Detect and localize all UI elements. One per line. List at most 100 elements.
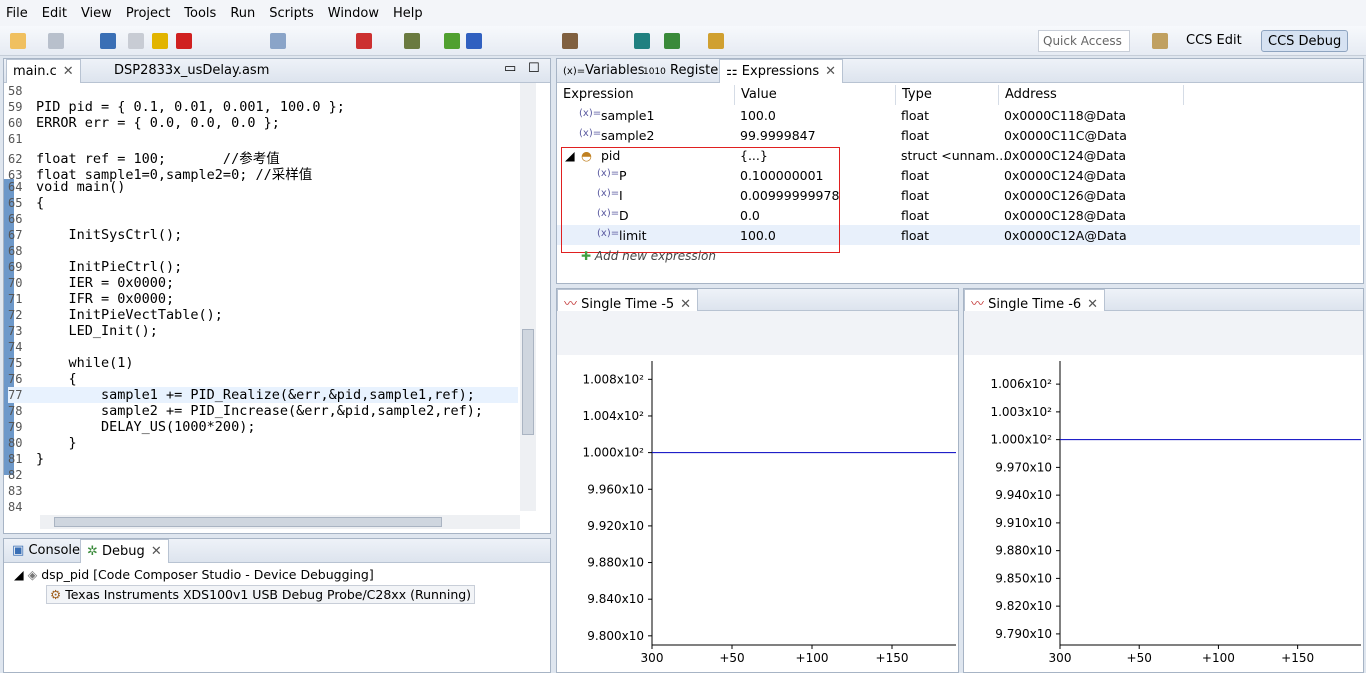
code-text: IFR = 0x0000;: [36, 291, 175, 307]
expression-row[interactable]: (x)= sample1 100.0 float 0x0000C118@Data: [557, 105, 1360, 125]
tab-single-time-5[interactable]: 〰 Single Time -5 ✕: [557, 289, 699, 312]
close-icon[interactable]: ✕: [63, 64, 74, 79]
code-line[interactable]: 64 void main(): [8, 179, 518, 195]
minimize-icon[interactable]: ▭: [500, 59, 520, 83]
col-type[interactable]: Type: [896, 85, 999, 105]
code-line[interactable]: 69 InitPieCtrl();: [8, 259, 518, 275]
maximize-icon[interactable]: ☐: [524, 59, 544, 83]
perspective-ccs-debug[interactable]: CCS Debug: [1261, 30, 1349, 52]
chart-single-time-5[interactable]: 1.008x10² 1.004x10² 1.000x10² 9.960x10 9.920…: [557, 355, 958, 673]
toggle-view-icon[interactable]: [270, 33, 286, 49]
close-icon[interactable]: ✕: [1087, 297, 1098, 312]
perspective-ccs-edit[interactable]: CCS Edit: [1180, 30, 1248, 52]
expression-row[interactable]: (x)= sample2 99.9999847 float 0x0000C11C@Dat…: [557, 125, 1360, 145]
restart-icon[interactable]: [444, 33, 460, 49]
code-line[interactable]: 61: [8, 131, 518, 147]
build-icon[interactable]: [562, 33, 578, 49]
code-line[interactable]: 68: [8, 243, 518, 259]
menu-tools[interactable]: Tools: [184, 6, 216, 21]
col-value[interactable]: Value: [735, 85, 896, 105]
load-program-icon[interactable]: [404, 33, 420, 49]
code-line[interactable]: 70 IER = 0x0000;: [8, 275, 518, 291]
quick-access-field[interactable]: Quick Access: [1038, 30, 1130, 52]
code-area[interactable]: 58 59 PID pid = { 0.1, 0.01, 0.001, 100.0 …: [4, 83, 518, 511]
search-icon[interactable]: [634, 33, 650, 49]
debug-tabbar: ▣ Console ✲ Debug ✕: [4, 539, 550, 563]
close-icon[interactable]: ✕: [680, 297, 691, 312]
code-line[interactable]: 84: [8, 499, 518, 511]
code-line[interactable]: 77 sample1 += PID_Realize(&err,&pid,samp…: [8, 387, 518, 403]
col-expression[interactable]: Expression: [557, 85, 735, 105]
code-line[interactable]: 72 InitPieVectTable();: [8, 307, 518, 323]
expression-value[interactable]: 100.0: [740, 108, 776, 123]
y-tick-label: 9.880x10: [995, 544, 1052, 558]
menu-scripts[interactable]: Scripts: [269, 6, 313, 21]
terminal-icon[interactable]: [100, 33, 116, 49]
scroll-thumb[interactable]: [54, 517, 442, 527]
code-line[interactable]: 82: [8, 467, 518, 483]
x-tick-label: 300: [1049, 651, 1072, 665]
chart-single-time-6[interactable]: 1.006x10² 1.003x10² 1.000x10² 9.970x10 9.940…: [964, 355, 1363, 673]
tab-console[interactable]: ▣ Console: [6, 539, 86, 563]
code-line[interactable]: 75 while(1): [8, 355, 518, 371]
debug-icon[interactable]: [466, 33, 482, 49]
add-expression[interactable]: ✚ Add new expression: [581, 249, 716, 263]
code-line[interactable]: 65 {: [8, 195, 518, 211]
resume-icon[interactable]: [128, 33, 144, 49]
tab-single-time-6[interactable]: 〰 Single Time -6 ✕: [964, 289, 1106, 312]
console-icon: ▣: [12, 543, 25, 558]
close-icon[interactable]: ✕: [825, 64, 836, 79]
debug-probe-item[interactable]: ⚙ Texas Instruments XDS100v1 USB Debug P…: [46, 585, 476, 604]
line-number: 81: [8, 452, 23, 466]
expand-arrow-icon[interactable]: ◢: [14, 567, 24, 582]
close-icon[interactable]: ✕: [151, 544, 162, 559]
new-icon[interactable]: [10, 33, 26, 49]
line-number: 68: [8, 244, 23, 258]
breakpoint-icon[interactable]: [356, 33, 372, 49]
code-line[interactable]: 62 float ref = 100; //参考值: [8, 147, 518, 167]
tab-main-c[interactable]: main.c ✕: [6, 59, 81, 83]
expression-type: struct <unnam...: [901, 148, 1008, 163]
menu-help[interactable]: Help: [393, 6, 423, 21]
menu-window[interactable]: Window: [328, 6, 379, 21]
open-perspective-icon[interactable]: [1152, 33, 1168, 49]
expression-value[interactable]: 99.9999847: [740, 128, 816, 143]
menu-file[interactable]: File: [6, 6, 28, 21]
tools-icon[interactable]: [708, 33, 724, 49]
horizontal-scrollbar[interactable]: [40, 515, 520, 529]
code-line[interactable]: 81}: [8, 451, 518, 467]
code-line[interactable]: 79 DELAY_US(1000*200);: [8, 419, 518, 435]
code-line[interactable]: 74: [8, 339, 518, 355]
y-tick-label: 1.004x10²: [582, 409, 644, 423]
code-line[interactable]: 71 IFR = 0x0000;: [8, 291, 518, 307]
debug-session-item[interactable]: ◢ ◈ dsp_pid [Code Composer Studio - Devi…: [14, 567, 374, 582]
code-line[interactable]: 58: [8, 83, 518, 99]
code-line[interactable]: 59 PID pid = { 0.1, 0.01, 0.001, 100.0 };: [8, 99, 518, 115]
tab-expressions[interactable]: ⚏ Expressions ✕: [719, 59, 844, 83]
menu-run[interactable]: Run: [230, 6, 255, 21]
tab-usdelay-asm[interactable]: DSP2833x_usDelay.asm: [108, 59, 275, 83]
menu-project[interactable]: Project: [126, 6, 170, 21]
code-line[interactable]: 67 InitSysCtrl();: [8, 227, 518, 243]
code-line[interactable]: 63 float sample1=0,sample2=0; //采样值: [8, 163, 518, 183]
code-line[interactable]: 60 ERROR err = { 0.0, 0.0, 0.0 };: [8, 115, 518, 131]
menu-edit[interactable]: Edit: [42, 6, 67, 21]
vertical-scrollbar[interactable]: [520, 83, 536, 511]
scroll-thumb[interactable]: [522, 329, 534, 435]
bug-icon: ✲: [87, 544, 98, 559]
bug-icon[interactable]: [664, 33, 680, 49]
code-line[interactable]: 76 {: [8, 371, 518, 387]
expression-address: 0x0000C124@Data: [1004, 148, 1127, 163]
terminate-icon[interactable]: [176, 33, 192, 49]
code-line[interactable]: 78 sample2 += PID_Increase(&err,&pid,sam…: [8, 403, 518, 419]
suspend-icon[interactable]: [152, 33, 168, 49]
save-icon[interactable]: [48, 33, 64, 49]
col-address[interactable]: Address: [999, 85, 1184, 105]
menu-view[interactable]: View: [81, 6, 112, 21]
expression-type: float: [901, 208, 930, 223]
code-line[interactable]: 73 LED_Init();: [8, 323, 518, 339]
code-line[interactable]: 83: [8, 483, 518, 499]
tab-debug[interactable]: ✲ Debug ✕: [80, 539, 169, 563]
code-line[interactable]: 66: [8, 211, 518, 227]
code-line[interactable]: 80 }: [8, 435, 518, 451]
